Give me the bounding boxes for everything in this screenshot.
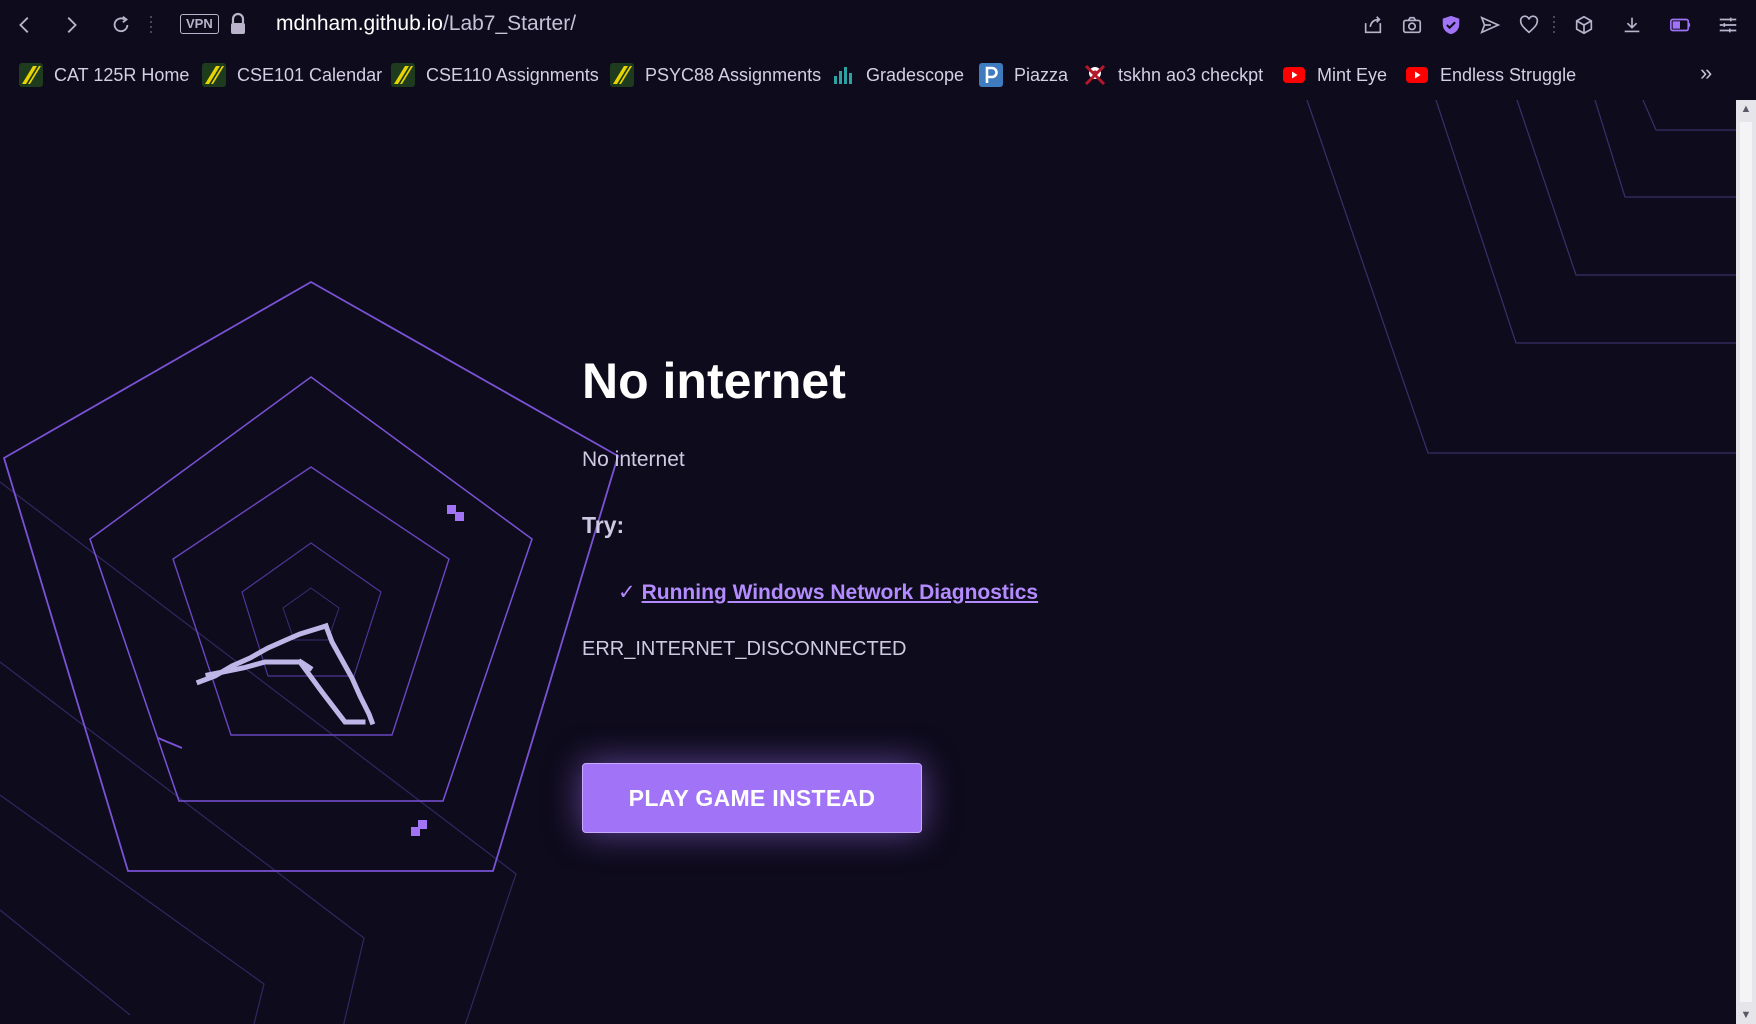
bookmarks-bar: CAT 125R Home CSE101 Calendar CSE110 Ass… xyxy=(0,50,1756,100)
canvas-icon xyxy=(391,63,415,87)
background-decoration xyxy=(0,100,1736,1024)
bookmark-mint-eye[interactable]: Mint Eye xyxy=(1282,60,1387,90)
favorites-button[interactable] xyxy=(1514,10,1544,40)
bookmark-label: Mint Eye xyxy=(1317,64,1388,85)
adblock-button[interactable] xyxy=(1436,10,1466,40)
bookmark-cse110-assignments[interactable]: CSE110 Assignments xyxy=(391,60,599,90)
suggestion-item: ✓ Running Windows Network Diagnostics xyxy=(618,580,1038,605)
gradescope-icon xyxy=(834,67,852,84)
piazza-icon xyxy=(979,63,1003,87)
canvas-icon xyxy=(202,63,226,87)
error-subtitle: No internet xyxy=(582,448,685,471)
page-title: No internet xyxy=(582,353,846,409)
vertical-scrollbar[interactable]: ▲ ▼ xyxy=(1736,100,1756,1024)
url-host: mdnham.github.io xyxy=(276,12,443,35)
bookmark-endless-struggle[interactable]: Endless Struggle xyxy=(1405,60,1576,90)
toolbar-separator xyxy=(150,16,152,34)
scroll-up-icon[interactable]: ▲ xyxy=(1736,100,1756,118)
shield-check-icon xyxy=(1442,15,1460,35)
youtube-icon xyxy=(1406,67,1428,83)
canvas-icon xyxy=(610,63,634,87)
address-bar[interactable]: mdnham.github.io/Lab7_Starter/ xyxy=(276,12,576,36)
play-game-button[interactable]: PLAY GAME INSTEAD xyxy=(582,763,922,833)
bookmark-label: CSE101 Calendar xyxy=(237,64,383,85)
pentagon-rings xyxy=(2,280,620,872)
bookmarks-overflow-icon[interactable]: » xyxy=(1700,60,1712,86)
forward-button[interactable] xyxy=(56,10,86,40)
spark-dash xyxy=(157,737,183,749)
toolbar-separator xyxy=(1553,16,1555,34)
send-button[interactable] xyxy=(1475,10,1505,40)
url-path: /Lab7_Starter/ xyxy=(442,12,577,35)
bookmark-gradescope[interactable]: Gradescope xyxy=(831,60,964,90)
corner-pattern xyxy=(1306,100,1736,454)
diagonal-lines xyxy=(0,481,517,1024)
battery-icon xyxy=(1670,18,1691,32)
share-button[interactable] xyxy=(1358,10,1388,40)
bookmark-label: CAT 125R Home xyxy=(54,64,190,85)
settings-sliders-icon xyxy=(1719,17,1737,33)
chevron-right-icon xyxy=(67,17,77,33)
bookmark-label: Gradescope xyxy=(866,64,965,85)
reload-icon xyxy=(113,16,129,33)
cube-icon xyxy=(1575,15,1593,35)
vpn-badge[interactable]: VPN xyxy=(180,14,219,34)
reload-button[interactable] xyxy=(106,10,136,40)
camera-icon xyxy=(1402,16,1422,34)
downloads-button[interactable] xyxy=(1617,10,1647,40)
heart-icon xyxy=(1519,15,1539,34)
pixel-sparks xyxy=(411,505,464,836)
bookmark-label: PSYC88 Assignments xyxy=(645,64,822,85)
error-code: ERR_INTERNET_DISCONNECTED xyxy=(582,638,907,660)
scroll-down-icon[interactable]: ▼ xyxy=(1736,1006,1756,1024)
ao3-icon xyxy=(1084,64,1106,86)
try-heading: Try: xyxy=(582,512,625,538)
snapshot-button[interactable] xyxy=(1397,10,1427,40)
bookmark-label: Piazza xyxy=(1014,64,1069,85)
pixel-glyph xyxy=(195,622,376,726)
extensions-button[interactable] xyxy=(1569,10,1599,40)
paper-plane-icon xyxy=(1480,16,1501,34)
share-icon xyxy=(1364,16,1382,34)
youtube-icon xyxy=(1283,67,1305,83)
page-content: No internet No internet Try: ✓ Running W… xyxy=(0,100,1736,1024)
bookmark-psyc88-assignments[interactable]: PSYC88 Assignments xyxy=(610,60,821,90)
canvas-icon xyxy=(19,63,43,87)
bookmark-label: tskhn ao3 checkpt xyxy=(1118,64,1264,85)
download-icon xyxy=(1624,17,1640,33)
browser-toolbar: VPN mdnham.github.io/Lab7_Starter/ xyxy=(0,0,1756,50)
battery-saver-button[interactable] xyxy=(1665,10,1695,40)
network-diagnostics-link[interactable]: Running Windows Network Diagnostics xyxy=(642,581,1039,605)
bookmark-cse101-calendar[interactable]: CSE101 Calendar xyxy=(202,60,382,90)
bookmark-label: CSE110 Assignments xyxy=(426,64,599,85)
scroll-thumb[interactable] xyxy=(1740,122,1752,1002)
back-button[interactable] xyxy=(10,10,40,40)
bookmark-cat125r-home[interactable]: CAT 125R Home xyxy=(19,60,189,90)
easy-setup-button[interactable] xyxy=(1713,10,1743,40)
check-icon: ✓ xyxy=(618,581,636,604)
lock-icon[interactable] xyxy=(228,12,248,36)
chevron-left-icon xyxy=(19,17,29,33)
bookmark-label: Endless Struggle xyxy=(1440,64,1577,85)
bookmark-tskhn-ao3-checkpt[interactable]: tskhn ao3 checkpt xyxy=(1083,60,1263,90)
bookmark-piazza[interactable]: Piazza xyxy=(979,60,1068,90)
